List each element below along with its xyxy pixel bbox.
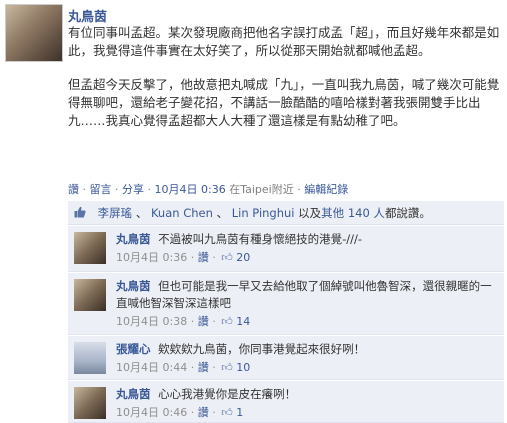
meta-sep: · [297,183,301,196]
commenter-name[interactable]: 丸鳥茵 [116,387,151,401]
post-paragraph-2: 但孟超今天反擊了，他故意把丸喊成「九」，一直叫我九鳥茵，喊了幾次可能覺得無聊吧，… [68,77,500,128]
comment-content: 丸鳥茵 不過被叫九鳥茵有種身懷絕技的港覺-///- 10月4日 0:36 · 讚… [116,231,498,266]
post-paragraph-1: 有位同事叫孟超。某次發現廠商把他名字誤打成孟「超」，而且好幾年來都是如此，我覺得… [68,25,500,58]
comment-meta: 10月4日 0:44 · 讚 · 👍︎ 10 [116,359,498,376]
comment-item: 丸鳥茵 但也可能是我一早又去給他取了個綽號叫他魯智深，還很親暱的一直喊他智深智深… [68,273,504,335]
comment-sep: · [190,361,195,374]
comment-item: 張耀心 欸欸欸九鳥菌，你同事港覺起來很好咧！ 10月4日 0:44 · 讚 · … [68,336,504,380]
like-count-icon: 👍︎ [221,251,233,264]
comment-like-count[interactable]: 10 [236,361,250,374]
comment-content: 丸鳥茵 但也可能是我一早又去給他取了個綽號叫他魯智深，還很親暱的一直喊他智深智深… [116,278,498,330]
commenter-name[interactable]: 丸鳥茵 [116,279,151,293]
comment-like-button[interactable]: 讚 [198,251,209,264]
comment-time[interactable]: 10月4日 0:46 [116,406,187,419]
thumbs-up-icon [72,201,88,225]
comment-like-count[interactable]: 20 [236,251,250,264]
comment-item: 丸鳥茵 不過被叫九鳥茵有種身懷絕技的港覺-///- 10月4日 0:36 · 讚… [68,226,504,272]
commenter-name[interactable]: 丸鳥茵 [116,232,151,246]
comment-sep: · [212,361,216,374]
comment-like-button[interactable]: 讚 [198,406,209,419]
comment-content: 丸鳥茵 心心我港覺你是皮在癢咧！ 10月4日 0:46 · 讚 · 👍︎ 1 [116,386,498,421]
comment-sep: · [190,251,195,264]
post-body: 有位同事叫孟超。某次發現廠商把他名字誤打成孟「超」，而且好幾年來都是如此，我覺得… [68,24,500,130]
comment-text: 欸欸欸九鳥菌，你同事港覺起來很好咧！ [158,342,366,356]
commenter-avatar[interactable] [74,387,106,419]
comment-like-button[interactable]: 讚 [198,315,209,328]
liker-name[interactable]: Lin Pinghui [232,206,295,220]
commenter-avatar[interactable] [74,232,106,264]
likes-sep: 、 [216,206,229,220]
comment-meta: 10月4日 0:46 · 讚 · 👍︎ 1 [116,404,498,421]
post-author-name[interactable]: 丸鳥茵 [68,6,107,25]
likes-bar: 李屏瑤 、 Kuan Chen 、 Lin Pinghui 以及其他 140 人… [68,201,504,225]
edit-history-link[interactable]: 編輯紀錄 [304,183,348,196]
author-avatar[interactable] [5,4,63,62]
comment-link[interactable]: 留言 [90,183,112,196]
post-meta: 讚 · 留言 · 分享 · 10月4日 0:36 在Taipei附近 · 編輯紀… [68,181,348,197]
commenter-avatar[interactable] [74,279,106,311]
post-location: 在Taipei附近 [229,183,294,196]
commenter-name[interactable]: 張耀心 [116,342,151,356]
share-link[interactable]: 分享 [122,183,144,196]
comment-sep: · [190,315,195,328]
like-count-icon: 👍︎ [221,361,233,374]
like-count-icon: 👍︎ [221,406,233,419]
meta-sep: · [115,183,119,196]
comment-text: 但也可能是我一早又去給他取了個綽號叫他魯智深，還很親暱的一直喊他智深智深這樣吧 [116,279,492,310]
comment-sep: · [190,406,195,419]
liker-name[interactable]: Kuan Chen [151,206,213,220]
meta-sep: · [82,183,87,196]
comment-meta: 10月4日 0:38 · 讚 · 👍︎ 14 [116,313,498,330]
comment-sep: · [212,315,216,328]
comment-meta: 10月4日 0:36 · 讚 · 👍︎ 20 [116,249,498,266]
comment-sep: · [212,406,216,419]
like-link[interactable]: 讚 [68,183,79,196]
liker-name[interactable]: 李屏瑤 [98,206,133,220]
meta-sep: · [147,183,152,196]
comment-content: 張耀心 欸欸欸九鳥菌，你同事港覺起來很好咧！ 10月4日 0:44 · 讚 · … [116,341,498,376]
comment-time[interactable]: 10月4日 0:36 [116,251,187,264]
likes-and: 以及 [298,206,322,220]
likes-sep: 、 [135,206,148,220]
like-count-icon: 👍︎ [221,315,233,328]
commenter-avatar[interactable] [74,342,106,374]
comment-time[interactable]: 10月4日 0:44 [116,361,187,374]
likes-suffix: 都說讚。 [384,206,431,220]
comment-sep: · [212,251,216,264]
comment-time[interactable]: 10月4日 0:38 [116,315,187,328]
comment-item: 丸鳥茵 心心我港覺你是皮在癢咧！ 10月4日 0:46 · 讚 · 👍︎ 1 [68,381,504,423]
comment-text: 心心我港覺你是皮在癢咧！ [158,387,297,401]
likes-others-link[interactable]: 其他 140 人 [321,206,385,220]
comment-like-button[interactable]: 讚 [198,361,209,374]
comment-like-count[interactable]: 1 [236,406,243,419]
comment-text: 不過被叫九鳥茵有種身懷絕技的港覺-///- [158,232,363,246]
comment-like-count[interactable]: 14 [236,315,250,328]
post-timestamp[interactable]: 10月4日 0:36 [155,183,226,196]
